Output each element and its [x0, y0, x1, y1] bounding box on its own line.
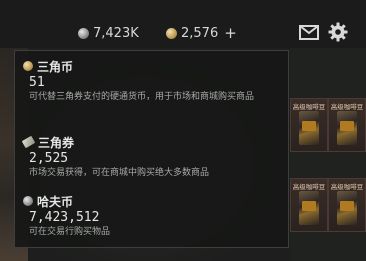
coffee-bag-label-icon	[302, 201, 316, 211]
entry-value: 51	[29, 75, 45, 90]
entry-description: 市场交易获得，可在商城中购买绝大多数商品	[29, 168, 210, 178]
gold-coin-icon	[166, 27, 177, 39]
coffee-bag-label-icon	[340, 201, 354, 211]
tooltip-entry-hafubi: 哈夫币 7,423,512 可在交易行购买物品	[23, 194, 285, 239]
entry-value: 2,525	[29, 151, 69, 166]
shop-item-card[interactable]: 高级咖啡豆	[290, 178, 328, 232]
shop-item-title: 高级咖啡豆	[292, 103, 326, 111]
shop-item-title: 高级咖啡豆	[330, 183, 364, 191]
entry-description: 可在交易行购买物品	[29, 227, 111, 237]
gold-coin-icon	[23, 61, 33, 71]
shop-item-card[interactable]: 高级咖啡豆	[328, 178, 366, 232]
mail-icon[interactable]	[299, 25, 319, 40]
silver-coin-icon	[23, 196, 33, 206]
top-bar: 7,423K 2,576 +	[0, 0, 366, 48]
hafu-currency-display[interactable]: 7,423K	[78, 24, 139, 42]
ticket-icon	[21, 135, 36, 149]
entry-value: 7,423,512	[29, 210, 100, 225]
sanjiao-currency-display[interactable]: 2,576 +	[166, 24, 237, 42]
tooltip-entry-sanjiaobi: 三角币 51 可代替三角券支付的硬通货币，用于市场和商城购买商品	[23, 59, 285, 104]
entry-description: 可代替三角券支付的硬通货币，用于市场和商城购买商品	[29, 92, 255, 102]
entry-name: 哈夫币	[37, 194, 74, 209]
shop-item-card[interactable]: 高级咖啡豆	[328, 98, 366, 152]
shop-item-title: 高级咖啡豆	[330, 103, 364, 111]
tooltip-entry-sanjiaoquan: 三角券 2,525 市场交易获得，可在商城中购买绝大多数商品	[21, 135, 285, 180]
sanjiao-amount: 2,576	[181, 25, 219, 41]
entry-name: 三角币	[37, 59, 74, 74]
currency-tooltip: 三角币 51 可代替三角券支付的硬通货币，用于市场和商城购买商品 三角券 2,5…	[14, 50, 289, 248]
coffee-bag-label-icon	[340, 121, 354, 131]
shop-item-card[interactable]: 高级咖啡豆	[290, 98, 328, 152]
silver-coin-icon	[78, 27, 89, 39]
add-currency-button[interactable]: +	[224, 24, 237, 42]
shop-item-title: 高级咖啡豆	[292, 183, 326, 191]
entry-name: 三角券	[38, 135, 75, 150]
gear-icon[interactable]	[328, 22, 348, 42]
coffee-bag-label-icon	[302, 121, 316, 131]
hafu-amount: 7,423K	[93, 25, 139, 41]
